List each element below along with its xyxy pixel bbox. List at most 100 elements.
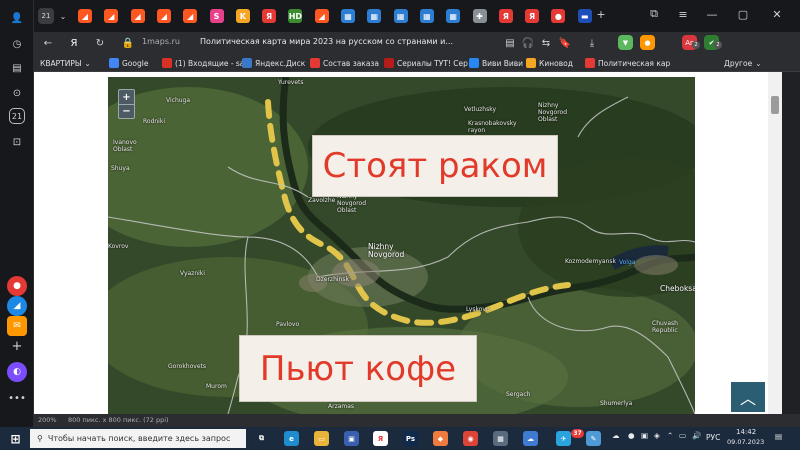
collections-icon[interactable]: ▤ [7, 58, 27, 78]
yandex-zen-icon[interactable]: ◢ [183, 9, 198, 23]
windows-icon[interactable]: ▦ [393, 9, 408, 23]
yandex-browser-icon[interactable]: Я [373, 431, 388, 446]
serials-icon [384, 58, 394, 68]
notifications-icon[interactable]: ▤ [775, 432, 782, 441]
bookmark-item[interactable]: Политическая кар [585, 57, 670, 69]
yandex-logo-icon[interactable]: Я [66, 35, 82, 51]
windows-icon[interactable]: ▦ [341, 9, 355, 23]
screenshot-icon[interactable]: ⊡ [7, 132, 27, 152]
listen-icon[interactable]: 🎧 [520, 35, 536, 51]
new-tab-button[interactable]: + [593, 6, 609, 22]
edge-icon[interactable]: e [284, 431, 299, 446]
zoom-level: 200% [38, 416, 57, 424]
tray-app-icon[interactable]: ▣ [641, 431, 648, 440]
bookmark-item[interactable]: (1) Входящие - sa [162, 57, 244, 69]
store-icon[interactable]: ▣ [344, 431, 359, 446]
menu-icon[interactable]: ≡ [675, 6, 691, 22]
sidebar-app-icon[interactable]: ● [7, 276, 27, 296]
vk-icon [469, 58, 479, 68]
bookmark-item[interactable]: Виви Виви [469, 57, 523, 69]
bookmark-item[interactable]: Сериалы ТУТ! Сер [384, 57, 468, 69]
tab-counter[interactable]: 21 [38, 8, 54, 24]
notepad-icon[interactable]: ✎ [586, 431, 601, 446]
reload-icon[interactable]: ↻ [92, 35, 108, 51]
maximize-button[interactable]: ▢ [735, 6, 751, 22]
cloud-app-icon[interactable]: ☁ [523, 431, 538, 446]
bookmark-item[interactable]: Киновод [526, 57, 573, 69]
bookmark-item[interactable]: Состав заказа [310, 57, 379, 69]
reader-mode-icon[interactable]: ▤ [502, 35, 518, 51]
downloads-icon[interactable]: ⊙ [7, 83, 27, 103]
tiles-icon[interactable]: ▦ [493, 431, 508, 446]
map-pin-icon[interactable]: ● [551, 9, 566, 23]
windows-icon[interactable]: ▦ [419, 9, 434, 23]
task-view-icon[interactable]: ⧉ [254, 431, 269, 446]
tab-group-chevron-icon[interactable]: ⌄ [56, 8, 70, 24]
downloads-icon[interactable]: ⤓ [584, 35, 600, 51]
puzzle-icon[interactable]: ✚ [472, 9, 487, 23]
yandex-icon[interactable]: Я [262, 9, 277, 23]
clock-date[interactable]: 09.07.2023 [727, 438, 764, 446]
input-language[interactable]: РУС [706, 433, 720, 442]
hd-site-icon[interactable]: HD [288, 9, 303, 23]
tray-app-icon[interactable]: ● [628, 431, 635, 440]
yandex-zen-icon[interactable]: ◢ [104, 9, 119, 23]
yandex-zen-icon[interactable]: ◢ [314, 9, 329, 23]
map-label: Shumerlya [600, 400, 633, 407]
profile-icon[interactable]: 👤 [7, 8, 27, 28]
alice-apps-icon[interactable]: ● [640, 35, 655, 50]
bookmark-item[interactable]: КВАРТИРЫ ⌄ [40, 57, 91, 69]
history-icon[interactable]: ◷ [7, 34, 27, 54]
network-icon[interactable]: ▭ [679, 431, 686, 440]
bookmark-item[interactable]: Яндекс.Диск [242, 57, 305, 69]
file-explorer-icon[interactable]: ▭ [314, 431, 329, 446]
clock-time[interactable]: 14:42 [736, 428, 756, 436]
windows-icon[interactable]: ▦ [367, 9, 382, 23]
yandex-icon[interactable]: Я [525, 9, 540, 23]
russian-flag-icon[interactable]: ▬ [577, 9, 592, 23]
telegram-icon[interactable]: ✈ [556, 431, 571, 446]
close-button[interactable]: ✕ [769, 6, 785, 22]
weather-icon[interactable]: ☁ [612, 431, 620, 440]
bookmark-icon[interactable]: 🔖 [557, 35, 573, 51]
yandex-zen-icon[interactable]: ◢ [130, 9, 145, 23]
more-icon[interactable]: ••• [7, 388, 27, 408]
map-label: Pavlovo [276, 321, 300, 328]
app-orange-icon[interactable]: ◆ [433, 431, 448, 446]
minimize-button[interactable]: — [704, 6, 720, 22]
zoom-out-button[interactable]: − [119, 104, 134, 118]
windows-start-icon[interactable]: ⊞ [8, 431, 23, 446]
add-app-icon[interactable]: + [7, 336, 27, 356]
volume-icon[interactable]: 🔊 [692, 431, 701, 440]
url-text[interactable]: 1maps.ru [142, 37, 180, 46]
yandex-zen-icon[interactable]: ◢ [78, 9, 92, 23]
bookmark-item[interactable]: Google [109, 57, 148, 69]
taskbar-search[interactable]: ⚲ Чтобы начать поиск, введите здесь запр… [30, 429, 246, 448]
download-icon[interactable]: ▼ [618, 35, 633, 50]
zoom-in-button[interactable]: + [119, 90, 134, 104]
sidebar-app-icon[interactable]: ✉ [7, 316, 27, 336]
photoshop-icon[interactable]: Ps [403, 431, 418, 446]
bookmarks-panel-icon[interactable]: ⧉ [646, 6, 662, 22]
yandex-icon[interactable]: Я [498, 9, 513, 23]
translate-icon[interactable]: ⇆ [538, 35, 554, 51]
satellite-map[interactable]: + − Yurevets Vichuga Rodniki Ivanovo Obl… [108, 77, 695, 414]
yandex-disk-icon [242, 58, 252, 68]
page-scrollbar[interactable] [768, 72, 782, 414]
alice-icon[interactable]: ◐ [7, 362, 27, 382]
scrollbar-thumb[interactable] [771, 96, 779, 114]
yandex-zen-icon[interactable]: ◢ [156, 9, 171, 23]
kinovod-icon[interactable]: K [235, 9, 250, 23]
back-icon[interactable]: ← [40, 35, 56, 51]
tray-app-icon[interactable]: ◈ [654, 431, 660, 440]
sidebar-app-icon[interactable]: ◢ [7, 296, 27, 316]
windows-icon[interactable]: ▦ [446, 9, 461, 23]
chrome-icon[interactable]: ◉ [463, 431, 478, 446]
page-title[interactable]: Политическая карта мира 2023 на русском … [200, 37, 453, 46]
s-site-icon[interactable]: S [209, 9, 224, 23]
bookmark-label: Киновод [539, 58, 573, 68]
show-hidden-icons[interactable]: ⌃ [667, 431, 673, 440]
scroll-to-top-button[interactable]: ︿ [731, 382, 765, 412]
counter-icon[interactable]: 21 [9, 108, 25, 124]
bookmark-item[interactable]: Другое ⌄ [724, 57, 762, 69]
